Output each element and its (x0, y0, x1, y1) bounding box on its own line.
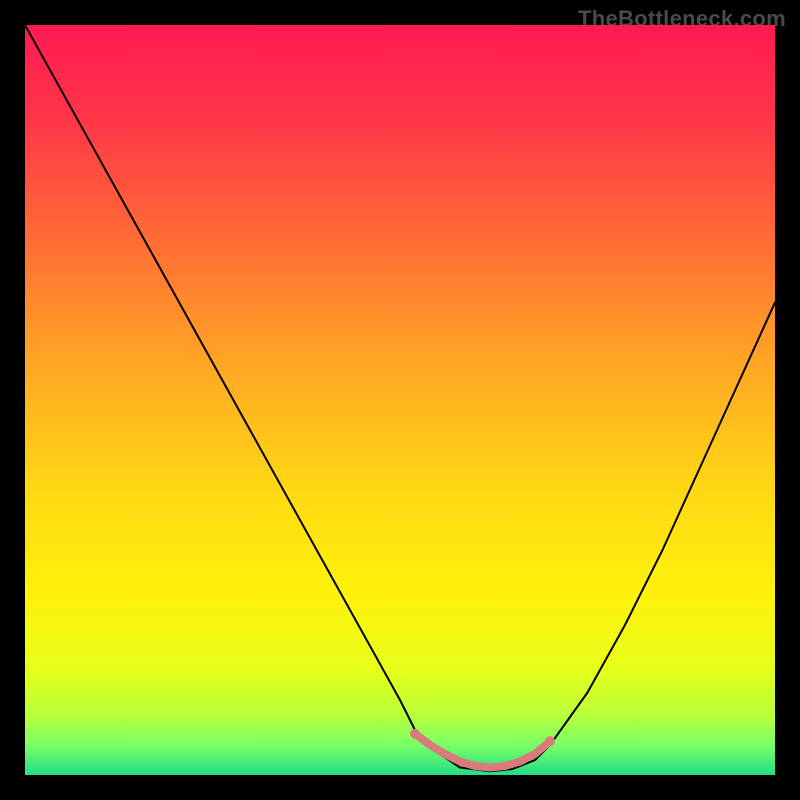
chart-container: TheBottleneck.com (0, 0, 800, 800)
plot-background (25, 25, 775, 775)
plot-svg (25, 25, 775, 775)
flat-end-dot (545, 736, 555, 746)
flat-start-dot (410, 729, 420, 739)
